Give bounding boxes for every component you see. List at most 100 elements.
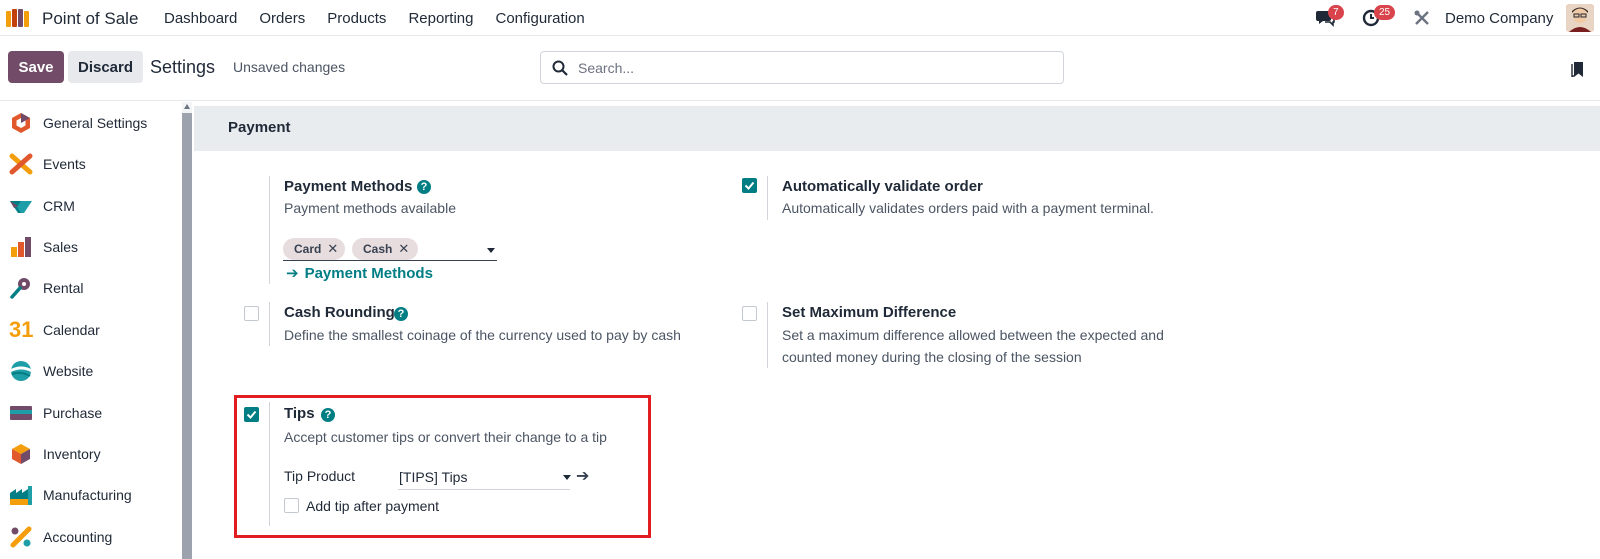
cash-rounding-title: Cash Rounding	[284, 304, 395, 321]
section-title: Payment	[228, 119, 291, 136]
search-input[interactable]	[578, 59, 1038, 76]
sidebar-item-sales[interactable]: Sales	[0, 226, 182, 268]
calendar-icon: 31	[9, 318, 33, 342]
save-button[interactable]: Save	[8, 51, 64, 83]
max-difference-desc-line2: counted money during the closing of the …	[782, 349, 1082, 365]
sidebar-item-label: Website	[43, 363, 94, 379]
max-difference-desc-line1: Set a maximum difference allowed between…	[782, 327, 1164, 343]
tip-product-input[interactable]	[398, 489, 570, 490]
sidebar-item-label: CRM	[43, 198, 75, 214]
sidebar-item-label: Sales	[43, 239, 79, 255]
main-menu: Dashboard Orders Products Reporting Conf…	[164, 10, 607, 27]
calendar-icon-glyph: 31	[9, 317, 34, 342]
debug-tools-icon[interactable]	[1413, 9, 1431, 27]
crm-icon	[10, 201, 32, 213]
sidebar-item-rental[interactable]: Rental	[0, 267, 182, 309]
sidebar-item-calendar[interactable]: 31 Calendar	[0, 309, 182, 351]
sidebar-item-events[interactable]: Events	[0, 143, 182, 185]
tips-desc: Accept customer tips or convert their ch…	[284, 429, 607, 445]
remove-tag-icon[interactable]: ✕	[398, 241, 409, 257]
add-tip-after-payment-label: Add tip after payment	[306, 498, 440, 514]
tag-cash: Cash ✕	[352, 238, 418, 260]
sidebar-item-accounting[interactable]: Accounting	[0, 516, 182, 558]
sidebar-item-label: Inventory	[43, 446, 101, 462]
auto-validate-title: Automatically validate order	[782, 178, 983, 195]
rental-icon	[10, 278, 30, 299]
help-icon[interactable]: ?	[321, 408, 335, 422]
cash-rounding-checkbox[interactable]	[244, 306, 259, 321]
help-icon[interactable]: ?	[417, 180, 431, 194]
payment-methods-link-label: Payment Methods	[304, 265, 433, 282]
tag-label: Card	[294, 242, 322, 256]
menu-products[interactable]: Products	[327, 10, 386, 27]
scroll-up-arrow-icon[interactable]	[184, 104, 190, 109]
control-panel: Save Discard Settings Unsaved changes	[0, 37, 1600, 101]
menu-dashboard[interactable]: Dashboard	[164, 10, 237, 27]
check-icon	[246, 410, 257, 419]
unsaved-status: Unsaved changes	[233, 59, 346, 75]
bookmark-icon[interactable]	[1571, 61, 1585, 77]
setting-divider	[269, 402, 270, 526]
sidebar-item-label: Purchase	[43, 405, 103, 421]
tips-title: Tips	[284, 405, 315, 422]
activity-badge: 25	[1374, 5, 1396, 20]
sidebar-item-general-settings[interactable]: General Settings	[0, 102, 182, 144]
setting-divider	[767, 302, 768, 368]
sidebar-item-label: Rental	[43, 280, 84, 296]
sidebar-item-manufacturing[interactable]: Manufacturing	[0, 474, 182, 516]
add-tip-after-payment-checkbox[interactable]	[284, 498, 299, 513]
sidebar-item-label: Calendar	[43, 322, 100, 338]
tips-checkbox[interactable]	[244, 407, 259, 422]
menu-configuration[interactable]: Configuration	[495, 10, 584, 27]
internal-link-arrow-icon[interactable]: ➔	[576, 466, 589, 486]
sales-icon	[11, 237, 31, 257]
payment-methods-input[interactable]	[283, 260, 497, 261]
sidebar-item-label: Manufacturing	[43, 487, 132, 503]
setting-divider	[269, 176, 270, 284]
website-icon	[11, 361, 31, 381]
search-icon	[552, 60, 568, 76]
auto-validate-checkbox[interactable]	[742, 178, 757, 193]
top-navbar: Point of Sale Dashboard Orders Products …	[0, 0, 1600, 36]
max-difference-title: Set Maximum Difference	[782, 304, 957, 321]
tip-product-value[interactable]: [TIPS] Tips	[399, 469, 467, 485]
sidebar-item-label: Accounting	[43, 529, 113, 545]
help-icon[interactable]: ?	[394, 307, 408, 321]
setting-divider	[269, 302, 270, 346]
menu-orders[interactable]: Orders	[259, 10, 305, 27]
user-avatar[interactable]	[1566, 4, 1594, 32]
sidebar-item-website[interactable]: Website	[0, 350, 182, 392]
discard-button[interactable]: Discard	[68, 51, 143, 83]
sidebar-scroll-thumb[interactable]	[182, 113, 192, 559]
sidebar-item-inventory[interactable]: Inventory	[0, 433, 182, 475]
inventory-icon	[12, 444, 30, 464]
check-icon	[744, 181, 755, 190]
settings-sidebar: General Settings Events CRM Sales Rental	[0, 102, 182, 559]
user-avatar-icon	[1566, 4, 1594, 32]
arrow-right-icon: ➔	[286, 265, 299, 282]
max-difference-checkbox[interactable]	[742, 306, 757, 321]
menu-reporting[interactable]: Reporting	[408, 10, 473, 27]
sidebar-item-purchase[interactable]: Purchase	[0, 392, 182, 434]
dropdown-caret-icon[interactable]	[563, 475, 571, 480]
manufacturing-icon	[10, 486, 32, 505]
search-box[interactable]	[540, 51, 1064, 84]
sidebar-item-label: General Settings	[43, 115, 148, 131]
tag-label: Cash	[363, 242, 393, 256]
events-icon	[9, 153, 33, 175]
app-name[interactable]: Point of Sale	[42, 9, 138, 29]
remove-tag-icon[interactable]: ✕	[327, 241, 338, 257]
company-switcher[interactable]: Demo Company	[1445, 10, 1553, 27]
section-header-payment: Payment	[194, 106, 1600, 151]
purchase-icon	[10, 406, 32, 420]
general-settings-icon	[12, 113, 30, 133]
payment-methods-link[interactable]: ➔ Payment Methods	[286, 264, 433, 282]
cash-rounding-desc: Define the smallest coinage of the curre…	[284, 327, 681, 343]
sidebar-item-crm[interactable]: CRM	[0, 185, 182, 227]
point-of-sale-app-icon[interactable]	[6, 9, 34, 27]
payment-methods-desc: Payment methods available	[284, 200, 456, 216]
sidebar-item-label: Events	[43, 156, 86, 172]
accounting-icon	[10, 526, 32, 548]
tip-product-label: Tip Product	[284, 468, 356, 484]
dropdown-caret-icon[interactable]	[487, 248, 495, 253]
